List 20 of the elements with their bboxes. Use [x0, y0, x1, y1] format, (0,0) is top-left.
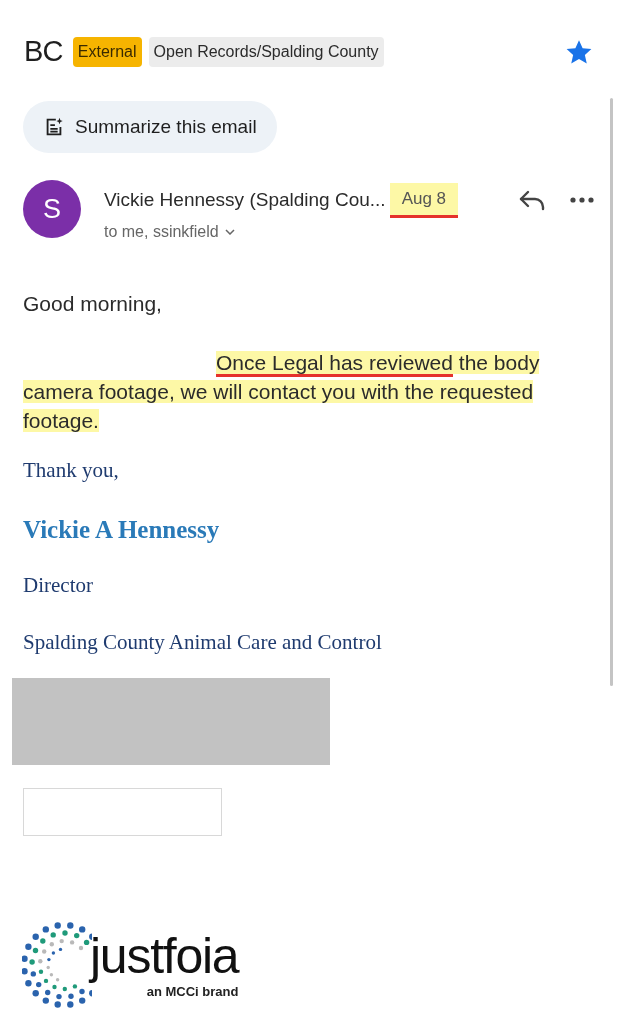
chevron-down-icon [224, 228, 235, 235]
greeting-text: Good morning, [23, 290, 163, 317]
scrollbar[interactable] [610, 98, 613, 686]
avatar[interactable]: S [23, 180, 81, 238]
sender-name[interactable]: Vickie Hennessy (Spalding Cou... [104, 186, 386, 215]
more-options-icon[interactable] [570, 197, 594, 204]
summarize-button[interactable]: Summarize this email [23, 101, 277, 153]
signature-title: Director [23, 572, 94, 599]
logo-tagline: an MCCi brand [146, 983, 239, 1001]
email-date: Aug 8 [389, 183, 459, 218]
reply-icon[interactable] [518, 188, 546, 213]
signature-organization: Spalding County Animal Care and Control [23, 628, 383, 656]
folder-label[interactable]: Open Records/Spalding County [148, 37, 384, 67]
body-paragraph: Once Legal has reviewed the body camera footage, we will contact you with the requested footage. [22, 350, 541, 434]
closing-text: Thank you, [23, 457, 120, 484]
recipients-toggle[interactable]: to me, ssinkfield [104, 219, 594, 244]
external-label[interactable]: External [72, 37, 142, 67]
logo-wordmark: justfoia [90, 930, 239, 982]
email-subject: BC [24, 34, 63, 70]
signature-name: Vickie A Hennessy [23, 514, 221, 545]
